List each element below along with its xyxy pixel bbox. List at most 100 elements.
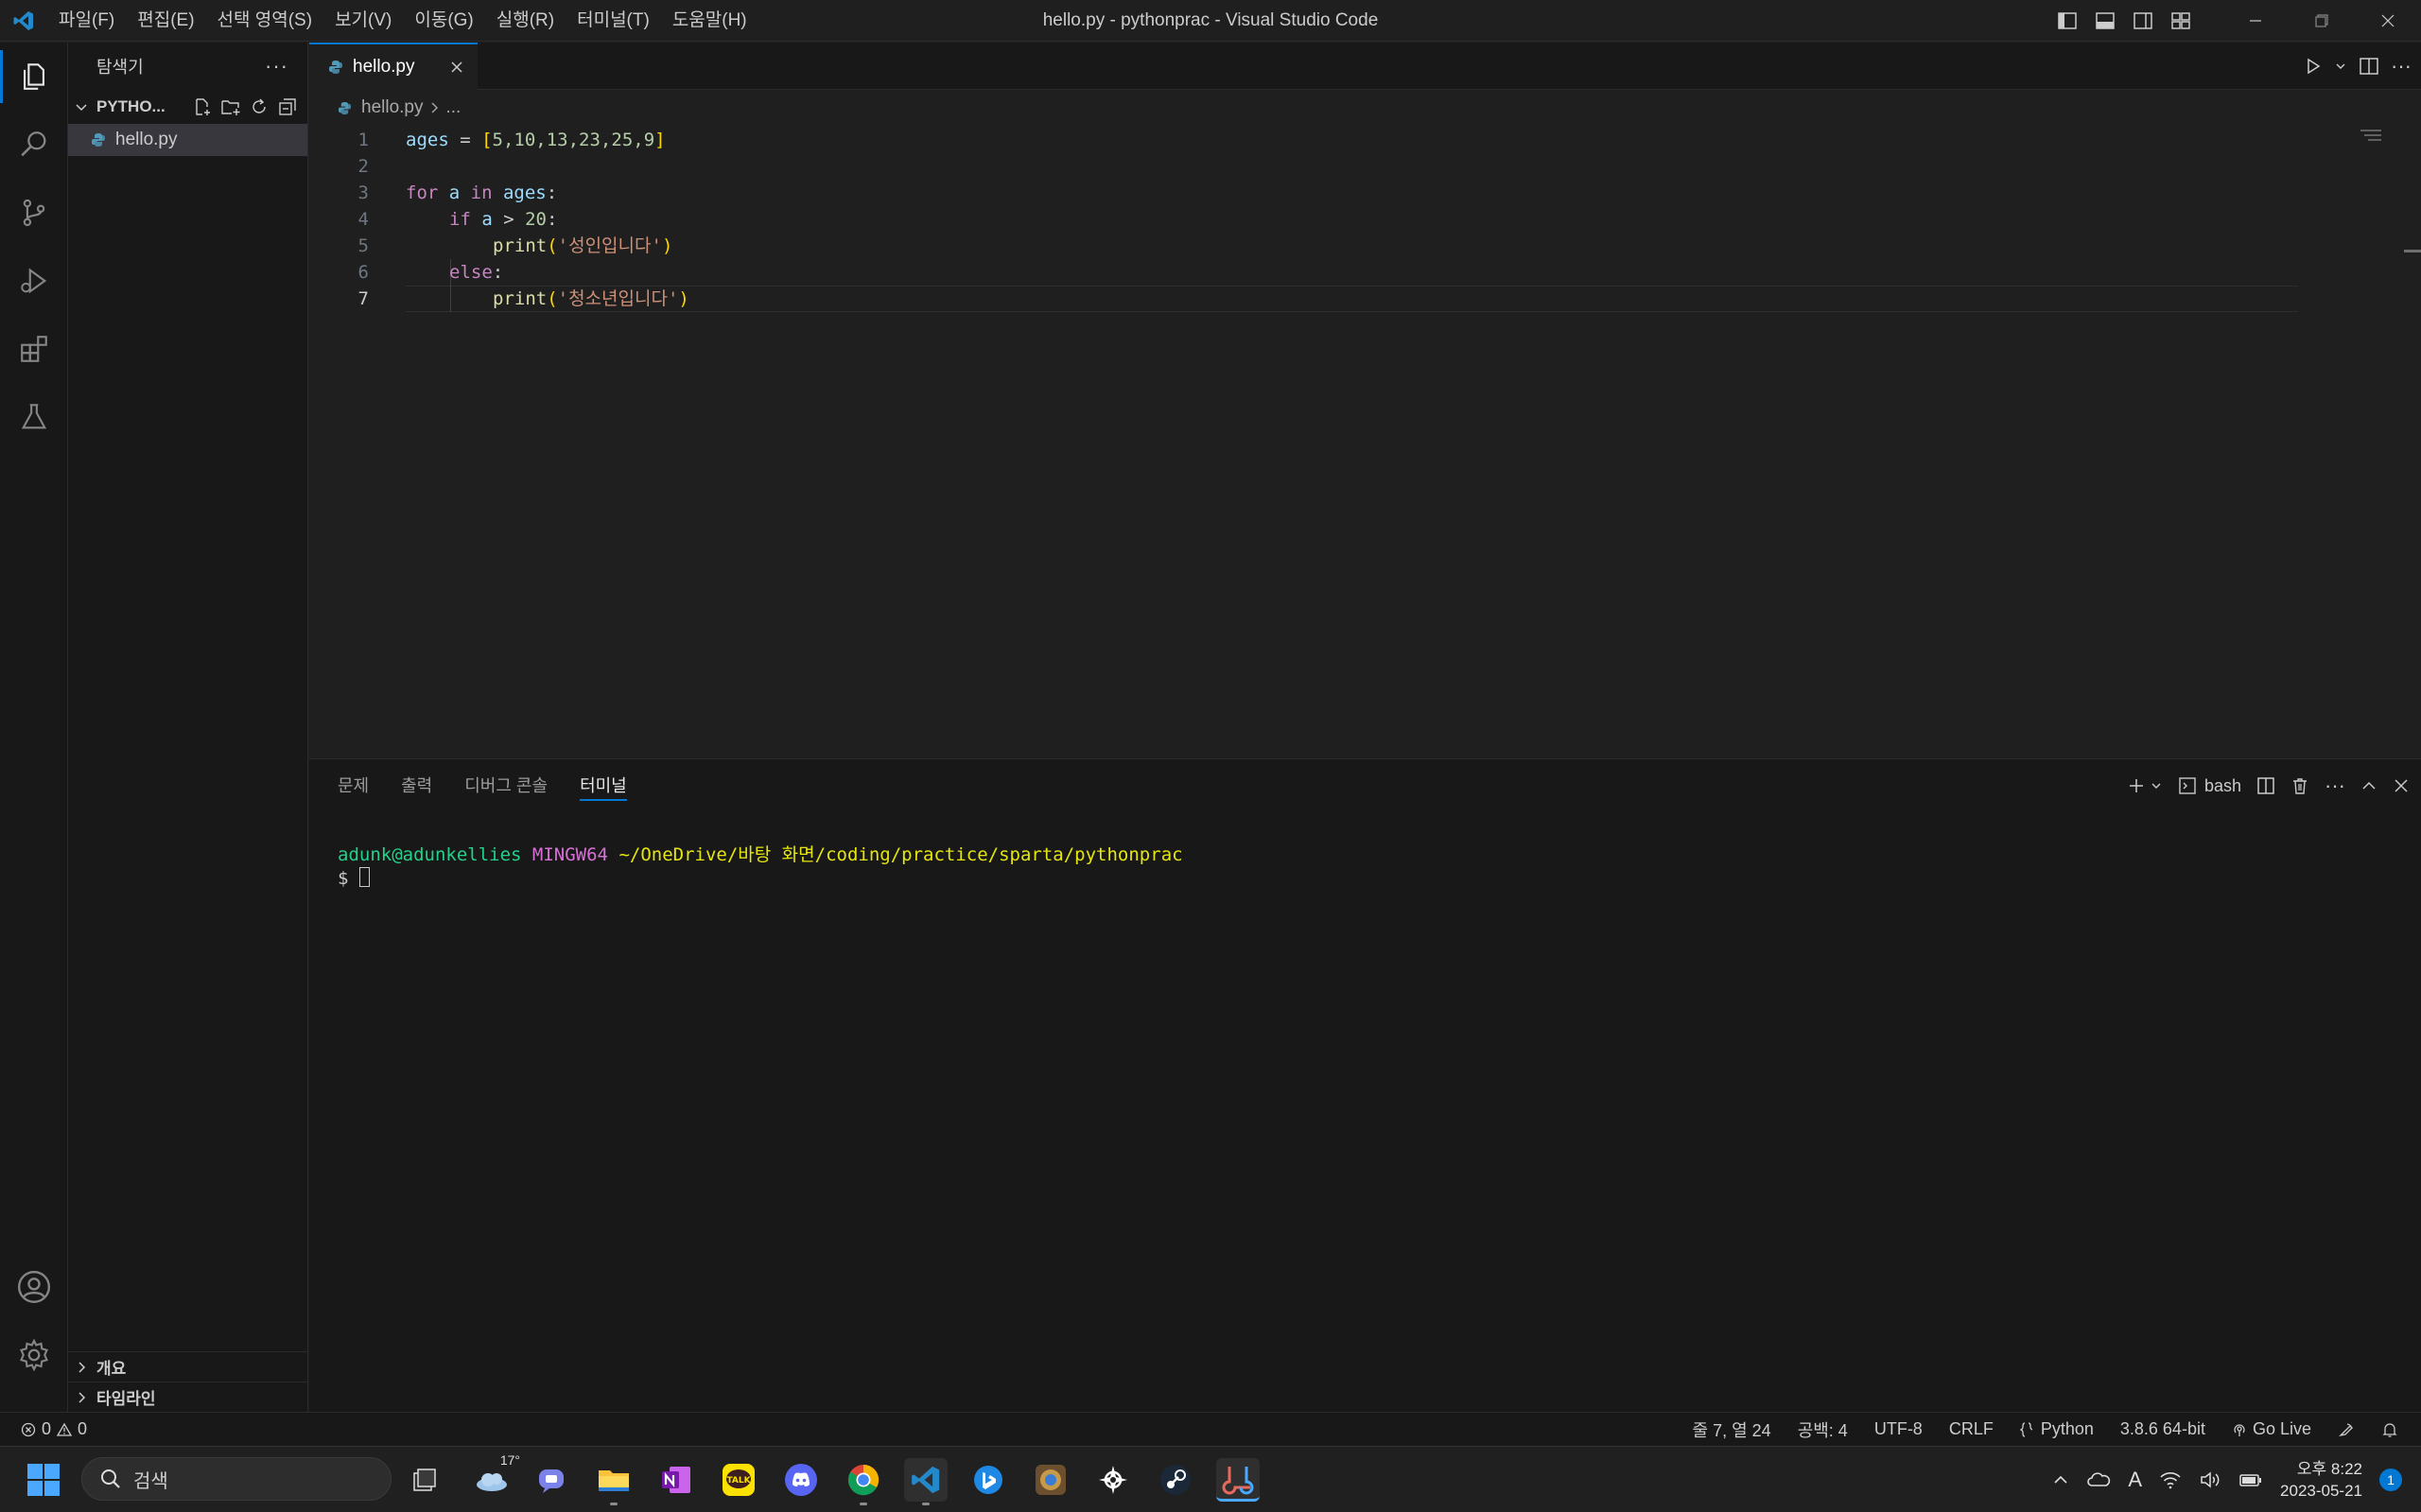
menu-view[interactable]: 보기(V) bbox=[323, 0, 403, 42]
toggle-primary-sidebar-icon[interactable] bbox=[2048, 0, 2086, 42]
line-number: 6 bbox=[357, 262, 369, 283]
minimize-icon[interactable] bbox=[2222, 0, 2289, 42]
menu-terminal[interactable]: 터미널(T) bbox=[566, 0, 661, 42]
indentation-status[interactable]: 공백: 4 bbox=[1798, 1417, 1848, 1442]
menu-run[interactable]: 실행(R) bbox=[485, 0, 566, 42]
vscode-logo-icon[interactable] bbox=[0, 0, 47, 42]
kakaotalk-icon[interactable]: TALK bbox=[717, 1458, 760, 1502]
go-live-button[interactable]: Go Live bbox=[2232, 1419, 2311, 1439]
eol-status[interactable]: CRLF bbox=[1949, 1419, 1994, 1439]
teams-chat-icon[interactable] bbox=[530, 1458, 573, 1502]
customize-layout-icon[interactable] bbox=[2162, 0, 2200, 42]
scrollbar-position-marker bbox=[2404, 250, 2421, 252]
split-terminal-icon[interactable] bbox=[2256, 776, 2275, 795]
game-launcher-icon[interactable] bbox=[1029, 1458, 1072, 1502]
extensions-icon[interactable] bbox=[0, 315, 68, 383]
explorer-icon[interactable] bbox=[0, 43, 68, 111]
tab-hello-py[interactable]: hello.py bbox=[309, 43, 478, 90]
cursor-position[interactable]: 줄 7, 열 24 bbox=[1693, 1417, 1771, 1442]
manage-gear-icon[interactable] bbox=[0, 1321, 68, 1389]
tab-close-icon[interactable] bbox=[449, 60, 464, 75]
toggle-secondary-sidebar-icon[interactable] bbox=[2124, 0, 2162, 42]
terminal-shell-selector[interactable]: bash bbox=[2178, 776, 2241, 796]
weather-widget[interactable]: 17° bbox=[467, 1452, 520, 1502]
run-debug-icon[interactable] bbox=[0, 247, 68, 315]
notifications-bell-icon[interactable] bbox=[2381, 1421, 2398, 1438]
volume-icon[interactable] bbox=[2199, 1470, 2221, 1489]
testing-flask-icon[interactable] bbox=[0, 383, 68, 451]
task-view-icon[interactable] bbox=[403, 1458, 446, 1502]
search-icon[interactable] bbox=[0, 111, 68, 179]
file-explorer-icon[interactable] bbox=[592, 1458, 636, 1505]
taskbar-search-input[interactable]: 검색 bbox=[81, 1457, 392, 1501]
editor-more-actions-icon[interactable]: ··· bbox=[2391, 54, 2412, 78]
code-token: in bbox=[470, 182, 493, 203]
show-hidden-icons-chevron-up-icon[interactable] bbox=[2052, 1471, 2069, 1488]
encoding-status[interactable]: UTF-8 bbox=[1874, 1419, 1923, 1439]
menu-bar: 파일(F) 편집(E) 선택 영역(S) 보기(V) 이동(G) 실행(R) 터… bbox=[47, 0, 758, 42]
snipping-tool-icon[interactable] bbox=[1216, 1458, 1260, 1502]
close-window-icon[interactable] bbox=[2355, 0, 2421, 42]
refresh-icon[interactable] bbox=[249, 96, 270, 117]
code-line-7: print('청소년입니다') bbox=[493, 286, 689, 312]
timeline-section[interactable]: 타임라인 bbox=[68, 1382, 308, 1412]
split-editor-icon[interactable] bbox=[2359, 57, 2379, 76]
terminal-dropdown-chevron-icon[interactable] bbox=[2150, 779, 2163, 792]
menu-file[interactable]: 파일(F) bbox=[47, 0, 126, 42]
close-panel-icon[interactable] bbox=[2393, 777, 2410, 794]
vscode-taskbar-icon[interactable] bbox=[904, 1458, 948, 1505]
onenote-icon[interactable] bbox=[654, 1458, 698, 1502]
discord-icon[interactable] bbox=[779, 1458, 823, 1502]
panel-tab-terminal[interactable]: 터미널 bbox=[580, 759, 627, 812]
collapse-all-icon[interactable] bbox=[277, 96, 298, 117]
steam-icon[interactable] bbox=[1154, 1458, 1197, 1502]
chrome-icon[interactable] bbox=[842, 1458, 885, 1505]
menu-help[interactable]: 도움말(H) bbox=[661, 0, 758, 42]
bing-copilot-icon[interactable] bbox=[967, 1458, 1010, 1502]
svg-text:TALK: TALK bbox=[726, 1476, 751, 1486]
minimap-toggle-icon[interactable] bbox=[2359, 127, 2383, 146]
python-interpreter[interactable]: 3.8.6 64-bit bbox=[2120, 1419, 2205, 1439]
windows-start-icon[interactable] bbox=[26, 1463, 61, 1503]
run-file-icon[interactable] bbox=[2304, 57, 2323, 76]
source-control-icon[interactable] bbox=[0, 179, 68, 247]
language-mode[interactable]: Python bbox=[2019, 1419, 2094, 1439]
restore-icon[interactable] bbox=[2289, 0, 2355, 42]
breadcrumb-file[interactable]: hello.py bbox=[361, 97, 424, 118]
more-actions-icon[interactable]: ··· bbox=[265, 54, 288, 78]
game-app-icon[interactable] bbox=[1091, 1458, 1135, 1502]
maximize-panel-chevron-up-icon[interactable] bbox=[2360, 777, 2377, 794]
current-line-highlight bbox=[406, 286, 2298, 312]
panel-tab-output[interactable]: 출력 bbox=[401, 759, 432, 812]
new-folder-icon[interactable] bbox=[220, 96, 241, 117]
toggle-panel-icon[interactable] bbox=[2086, 0, 2124, 42]
menu-go[interactable]: 이동(G) bbox=[403, 0, 484, 42]
status-problems[interactable]: 0 0 bbox=[0, 1419, 87, 1439]
panel-tab-debug-console[interactable]: 디버그 콘솔 bbox=[464, 759, 548, 812]
file-item-hello-py[interactable]: hello.py bbox=[68, 124, 307, 156]
folder-header[interactable]: PYTHO... bbox=[68, 90, 307, 124]
windows-taskbar: 검색 17° TALK A 오후 8:22 2023-05-21 1 bbox=[0, 1446, 2421, 1512]
breadcrumb-chevron-icon bbox=[431, 102, 438, 113]
running-indicator bbox=[922, 1503, 930, 1505]
accounts-icon[interactable] bbox=[0, 1253, 68, 1321]
wifi-icon[interactable] bbox=[2159, 1470, 2182, 1489]
code-editor[interactable]: 1 2 3 4 5 6 7 ages = [5,10,13,23,25,9] f… bbox=[309, 125, 2421, 758]
panel-more-actions-icon[interactable]: ··· bbox=[2325, 773, 2345, 798]
new-terminal-plus-icon[interactable] bbox=[2127, 776, 2146, 795]
outline-section[interactable]: 개요 bbox=[68, 1351, 308, 1382]
clock[interactable]: 오후 8:22 2023-05-21 bbox=[2280, 1458, 2362, 1502]
notification-count-badge[interactable]: 1 bbox=[2379, 1469, 2402, 1491]
battery-icon[interactable] bbox=[2238, 1471, 2263, 1488]
breadcrumb-symbols[interactable]: ... bbox=[446, 97, 462, 118]
bottom-panel: 문제 출력 디버그 콘솔 터미널 bash ··· adunk@adunkell… bbox=[309, 758, 2421, 1412]
onedrive-cloud-icon[interactable] bbox=[2086, 1471, 2111, 1488]
ime-indicator[interactable]: A bbox=[2128, 1468, 2142, 1492]
menu-selection[interactable]: 선택 영역(S) bbox=[206, 0, 324, 42]
kill-terminal-trash-icon[interactable] bbox=[2290, 776, 2309, 795]
new-file-icon[interactable] bbox=[192, 96, 213, 117]
menu-edit[interactable]: 편집(E) bbox=[126, 0, 205, 42]
panel-tab-problems[interactable]: 문제 bbox=[338, 759, 369, 812]
run-dropdown-chevron-icon[interactable] bbox=[2334, 60, 2347, 73]
feedback-icon[interactable] bbox=[2338, 1421, 2355, 1438]
